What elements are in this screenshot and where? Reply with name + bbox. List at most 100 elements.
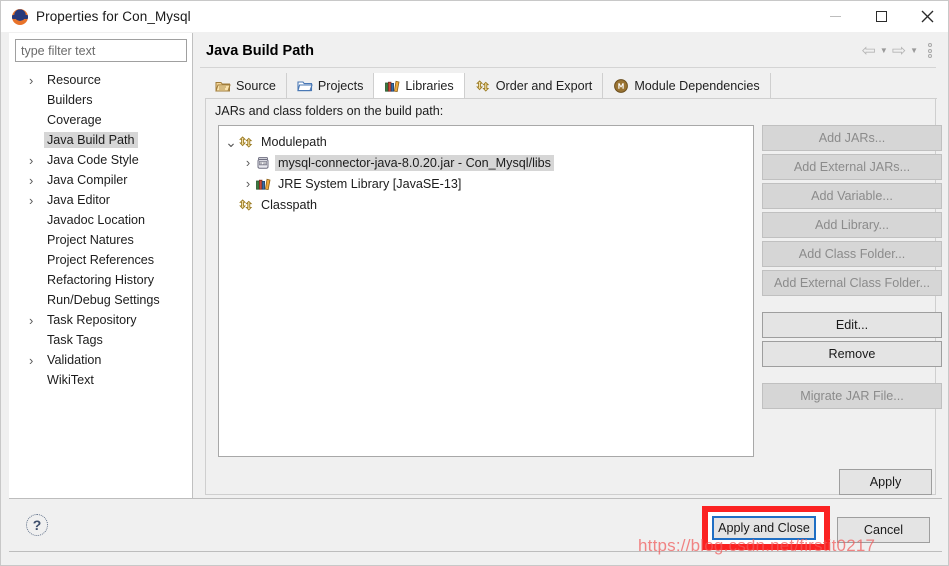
view-menu-icon[interactable]	[928, 43, 932, 58]
add-external-class-folder-button: Add External Class Folder...	[762, 270, 942, 296]
modulepath-icon	[475, 79, 490, 92]
properties-dialog: Properties for Con_Mysql › Resource Builde…	[0, 0, 949, 566]
chevron-down-icon[interactable]: ⌄	[224, 135, 238, 149]
sidebar-item-label: WikiText	[47, 373, 94, 387]
sidebar-item-label: Task Repository	[47, 313, 137, 327]
sidebar-item-resource[interactable]: › Resource	[9, 70, 193, 90]
add-jars-button: Add JARs...	[762, 125, 942, 151]
migrate-jar-file-button: Migrate JAR File...	[762, 383, 942, 409]
sidebar-tree: › Resource Builders Coverage Java Build Path…	[9, 70, 193, 390]
back-arrow-icon[interactable]: ⇦	[862, 42, 876, 59]
navigation-buttons: ⇦ ▼ ⇨ ▼	[862, 42, 932, 59]
chevron-right-icon[interactable]: ›	[29, 350, 33, 370]
chevron-right-icon[interactable]: ›	[29, 150, 33, 170]
window-controls	[812, 1, 948, 32]
sidebar-item-label: Refactoring History	[47, 273, 155, 287]
close-button[interactable]	[904, 1, 948, 32]
sidebar-item-label: Java Code Style	[47, 153, 139, 167]
minimize-icon	[829, 16, 841, 17]
window-title: Properties for Con_Mysql	[36, 9, 191, 24]
build-path-tree-item[interactable]: Classpath	[219, 194, 753, 215]
build-path-tree-item[interactable]: ⌄ Modulepath	[219, 131, 753, 152]
sidebar-item-java-build-path[interactable]: Java Build Path	[9, 130, 193, 150]
tab-source[interactable]: Source	[205, 73, 287, 98]
sidebar-item-task-tags[interactable]: Task Tags	[9, 330, 193, 350]
chevron-right-icon[interactable]: ›	[29, 190, 33, 210]
sidebar-item-project-references[interactable]: Project References	[9, 250, 193, 270]
tab-order-and-export[interactable]: Order and Export	[464, 73, 604, 98]
apply-button[interactable]: Apply	[839, 469, 932, 495]
title-separator	[200, 67, 936, 68]
build-path-item-label: Classpath	[261, 197, 318, 212]
remove-button[interactable]: Remove	[762, 341, 942, 367]
chevron-right-icon[interactable]: ›	[29, 170, 33, 190]
sidebar-item-label: Java Build Path	[44, 132, 138, 148]
sidebar-item-task-repository[interactable]: › Task Repository	[9, 310, 193, 330]
libraries-books-icon	[256, 178, 271, 190]
chevron-right-icon[interactable]: ›	[29, 310, 33, 330]
title-bar: Properties for Con_Mysql	[1, 1, 948, 32]
sidebar-item-run-debug-settings[interactable]: Run/Debug Settings	[9, 290, 193, 310]
watermark-text: https://blog.csdn.net/firstit0217	[638, 536, 876, 555]
sidebar-item-label: Project Natures	[47, 233, 134, 247]
sidebar-item-refactoring-history[interactable]: Refactoring History	[9, 270, 193, 290]
add-variable-button: Add Variable...	[762, 183, 942, 209]
build-path-tree-item[interactable]: › JRE System Library [JavaSE-13]	[219, 173, 753, 194]
tab-label: Libraries	[405, 78, 454, 93]
sidebar-item-label: Coverage	[47, 113, 102, 127]
minimize-button[interactable]	[812, 1, 858, 32]
tab-label: Module Dependencies	[634, 78, 760, 93]
jar-icon: 010	[257, 156, 269, 169]
tab-label: Projects	[317, 78, 364, 93]
page-title: Java Build Path	[206, 43, 314, 59]
close-icon	[921, 10, 933, 23]
sidebar-item-project-natures[interactable]: Project Natures	[9, 230, 193, 250]
filter-input[interactable]	[15, 39, 187, 62]
sidebar-item-java-code-style[interactable]: › Java Code Style	[9, 150, 193, 170]
sidebar-item-label: Task Tags	[47, 333, 103, 347]
add-class-folder-button: Add Class Folder...	[762, 241, 942, 267]
maximize-button[interactable]	[858, 1, 904, 32]
sidebar-item-label: Run/Debug Settings	[47, 293, 160, 307]
settings-sidebar: › Resource Builders Coverage Java Build Path…	[9, 33, 193, 498]
tab-module-dependencies[interactable]: Module Dependencies	[603, 73, 771, 98]
build-path-tree[interactable]: ⌄ Modulepath › 010 mysql-connector-java-8.0.…	[218, 125, 754, 457]
tab-label: Order and Export	[495, 78, 593, 93]
tab-projects[interactable]: Projects	[286, 73, 375, 98]
back-chevron-down-icon[interactable]: ▼	[880, 46, 888, 55]
eclipse-icon	[12, 8, 28, 25]
build-path-item-label: mysql-connector-java-8.0.20.jar - Con_My…	[275, 154, 554, 171]
chevron-right-icon[interactable]: ›	[241, 176, 255, 191]
sidebar-item-validation[interactable]: › Validation	[9, 350, 193, 370]
modulepath-icon	[239, 135, 253, 148]
chevron-right-icon[interactable]: ›	[241, 155, 255, 170]
build-path-item-label: Modulepath	[261, 134, 327, 149]
projects-folder-icon	[297, 80, 313, 91]
sidebar-item-label: Resource	[47, 73, 101, 87]
sidebar-item-java-compiler[interactable]: › Java Compiler	[9, 170, 193, 190]
svg-text:010: 010	[260, 161, 266, 165]
sidebar-item-javadoc-location[interactable]: Javadoc Location	[9, 210, 193, 230]
build-path-tree-item[interactable]: › 010 mysql-connector-java-8.0.20.jar - Co…	[219, 152, 753, 173]
tab-libraries[interactable]: Libraries	[374, 73, 465, 98]
sidebar-item-builders[interactable]: Builders	[9, 90, 193, 110]
sidebar-item-label: Javadoc Location	[47, 213, 146, 227]
edit-button[interactable]: Edit...	[762, 312, 942, 338]
chevron-right-icon[interactable]: ›	[29, 70, 33, 90]
build-path-item-label: JRE System Library [JavaSE-13]	[278, 176, 462, 191]
sidebar-item-label: Java Editor	[47, 193, 110, 207]
sidebar-item-coverage[interactable]: Coverage	[9, 110, 193, 130]
sidebar-item-wikitext[interactable]: WikiText	[9, 370, 193, 390]
sidebar-item-java-editor[interactable]: › Java Editor	[9, 190, 193, 210]
add-external-jars-button: Add External JARs...	[762, 154, 942, 180]
tab-body-top-border	[206, 98, 937, 99]
sidebar-item-label: Project References	[47, 253, 155, 267]
sidebar-item-label: Builders	[47, 93, 93, 107]
jars-description-label: JARs and class folders on the build path…	[215, 104, 444, 118]
forward-arrow-icon[interactable]: ⇨	[892, 42, 906, 59]
help-icon[interactable]: ?	[26, 514, 48, 536]
sidebar-item-label: Java Compiler	[47, 173, 128, 187]
forward-chevron-down-icon[interactable]: ▼	[910, 46, 918, 55]
sidebar-item-label: Validation	[47, 353, 102, 367]
